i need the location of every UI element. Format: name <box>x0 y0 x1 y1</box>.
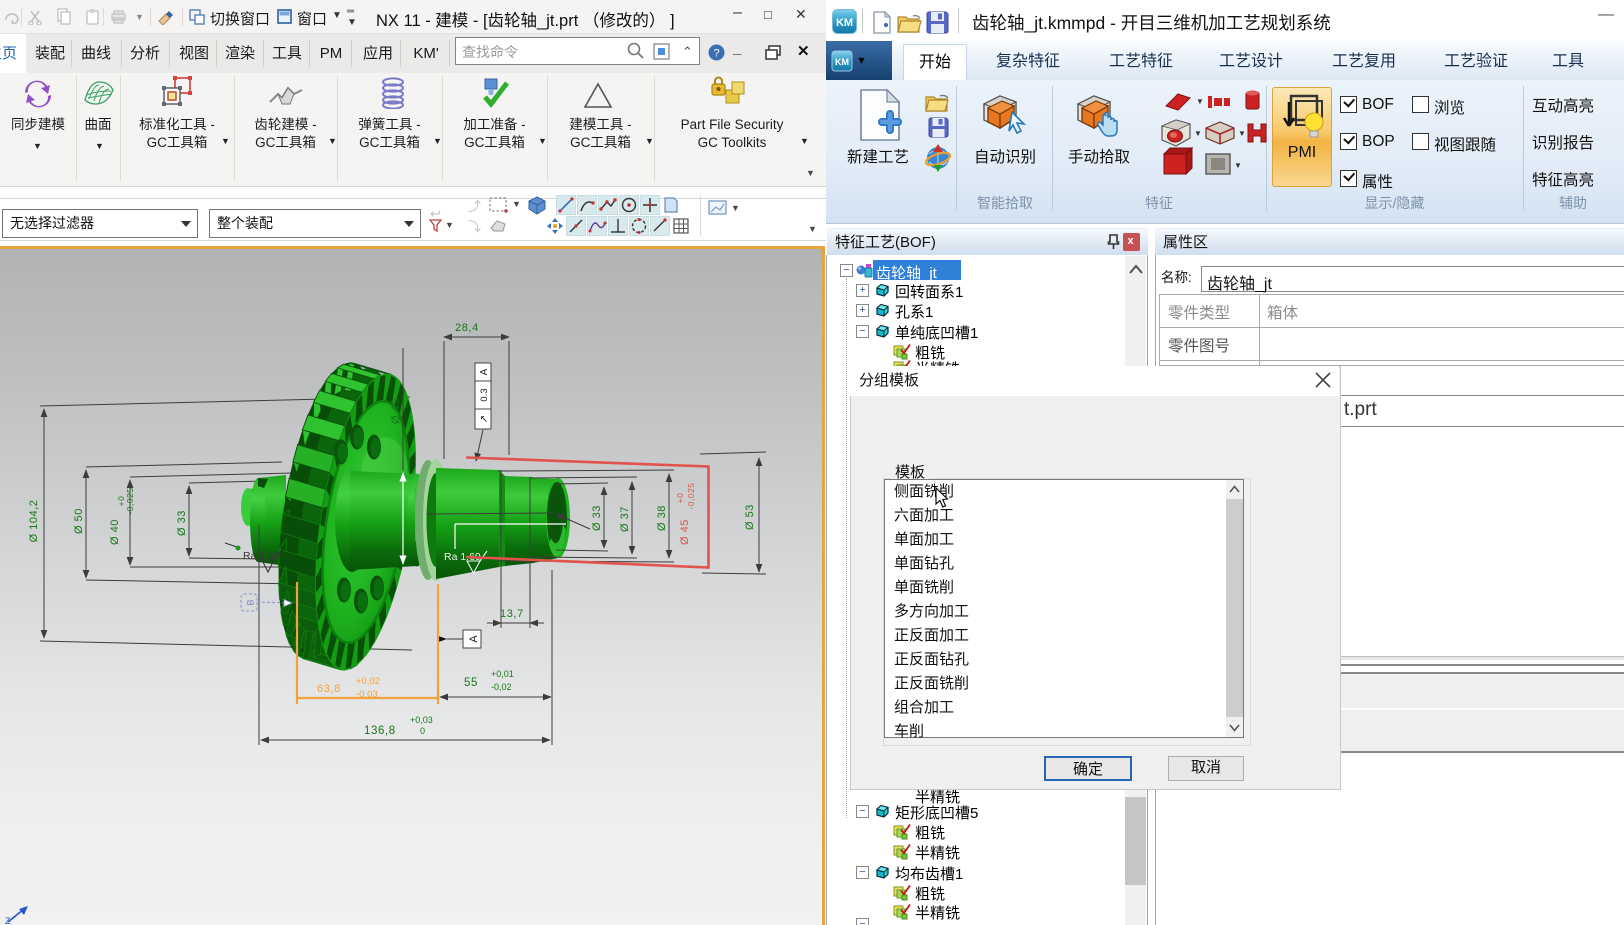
svg-text:▼: ▼ <box>1194 129 1202 138</box>
svg-text:-0,025: -0,025 <box>686 482 696 509</box>
svg-text:?: ? <box>713 48 719 60</box>
svg-text:▼: ▼ <box>1234 161 1242 170</box>
svg-text:Z: Z <box>5 916 11 925</box>
svg-text:55: 55 <box>464 677 478 689</box>
svg-text:136,8: 136,8 <box>364 725 396 737</box>
svg-text:B: B <box>246 599 256 605</box>
svg-text:+0,02: +0,02 <box>356 676 380 687</box>
svg-text:▼: ▼ <box>1238 129 1246 138</box>
svg-text:Ø 40: Ø 40 <box>109 519 121 545</box>
svg-text:▼: ▼ <box>1196 97 1204 106</box>
svg-text:Ø 45: Ø 45 <box>679 519 691 545</box>
svg-text:-0,03: -0,03 <box>356 689 378 700</box>
svg-text:+0: +0 <box>675 493 685 504</box>
svg-text:+0,01: +0,01 <box>491 669 514 679</box>
svg-text:+0,03: +0,03 <box>410 715 433 725</box>
svg-text:0.3: 0.3 <box>479 388 490 401</box>
svg-text:Ø 33: Ø 33 <box>591 505 603 531</box>
svg-text:Ø 53: Ø 53 <box>744 504 756 530</box>
svg-text:A: A <box>468 635 480 643</box>
svg-text:Ø 45: Ø 45 <box>390 398 402 424</box>
svg-text:KM: KM <box>835 57 849 67</box>
svg-text:-0,02: -0,02 <box>491 682 512 692</box>
svg-text:Ø 50: Ø 50 <box>73 508 85 534</box>
svg-text:Ø 38: Ø 38 <box>656 505 668 531</box>
svg-text:28,4: 28,4 <box>455 322 479 334</box>
svg-text:Ø 104,2: Ø 104,2 <box>28 500 40 543</box>
svg-text:A: A <box>479 368 490 375</box>
svg-text:0: 0 <box>420 726 425 736</box>
svg-text:-0,025: -0,025 <box>125 487 135 514</box>
svg-text:↗: ↗ <box>479 415 490 423</box>
svg-text:KM: KM <box>836 17 853 29</box>
svg-text:Ø 37: Ø 37 <box>619 506 631 532</box>
svg-text:63,8: 63,8 <box>317 683 341 695</box>
svg-text:Ø 33: Ø 33 <box>176 510 188 536</box>
svg-text:13,7: 13,7 <box>500 608 524 620</box>
